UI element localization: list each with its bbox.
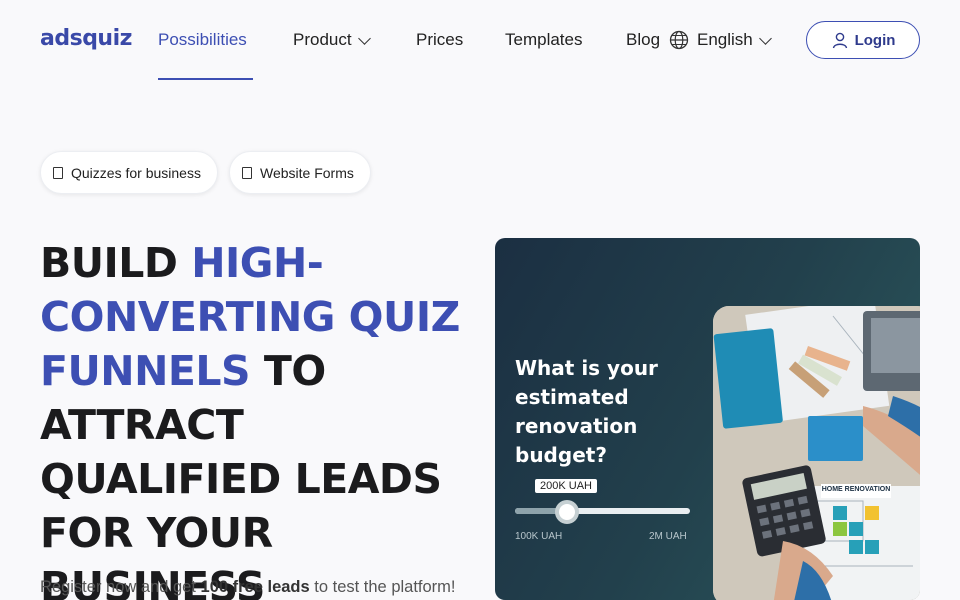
chip-quizzes-for-business[interactable]: Quizzes for business bbox=[40, 151, 218, 194]
user-icon bbox=[832, 32, 847, 49]
renovation-photo: HOME RENOVATION bbox=[713, 306, 920, 600]
nav-item-label: Templates bbox=[505, 30, 583, 49]
nav-item-prices[interactable]: Prices bbox=[416, 30, 463, 50]
language-label: English bbox=[697, 30, 753, 49]
globe-icon bbox=[669, 30, 689, 50]
chip-label: Website Forms bbox=[260, 164, 354, 181]
budget-slider-thumb[interactable] bbox=[555, 500, 579, 524]
quiz-question: What is your estimated renovation budget… bbox=[515, 356, 658, 467]
hero-headline: BUILD HIGH-CONVERTING QUIZ FUNNELS TO AT… bbox=[40, 236, 480, 600]
site-header: adsquiz Possibilities Product Prices Tem… bbox=[0, 0, 960, 80]
slider-max-label: 2M UAH bbox=[649, 531, 687, 542]
subtext-before: Register now and get bbox=[40, 578, 201, 596]
headline-part-1: BUILD bbox=[40, 239, 192, 287]
login-button[interactable]: Login bbox=[806, 21, 920, 59]
nav-item-label: Product bbox=[293, 30, 352, 49]
chevron-down-icon bbox=[758, 31, 772, 45]
nav-item-templates[interactable]: Templates bbox=[505, 30, 582, 50]
nav-item-possibilities[interactable]: Possibilities bbox=[158, 30, 247, 50]
login-label: Login bbox=[854, 31, 896, 49]
nav-item-label: Blog bbox=[626, 30, 661, 49]
chip-website-forms[interactable]: Website Forms bbox=[229, 151, 371, 194]
nav-active-indicator bbox=[158, 78, 253, 80]
nav-item-label: Possibilities bbox=[158, 30, 247, 49]
slider-min-label: 100K UAH bbox=[515, 531, 563, 542]
document-icon bbox=[53, 166, 63, 179]
subtext-bold: 100 free leads bbox=[200, 578, 310, 596]
nav-item-product[interactable]: Product bbox=[293, 30, 371, 50]
chip-label: Quizzes for business bbox=[71, 164, 201, 181]
nav-item-blog[interactable]: Blog bbox=[626, 30, 660, 50]
language-selector[interactable]: English bbox=[669, 30, 772, 50]
quiz-preview-card: What is your estimated renovation budget… bbox=[495, 238, 920, 600]
nav-item-label: Prices bbox=[416, 30, 464, 49]
logo[interactable]: adsquiz bbox=[40, 26, 132, 51]
photo-caption: HOME RENOVATION bbox=[821, 486, 891, 493]
hero-subtext: Register now and get 100 free leads to t… bbox=[40, 578, 456, 597]
slider-value-label: 200K UAH bbox=[535, 479, 597, 493]
chevron-down-icon bbox=[357, 31, 371, 45]
subtext-after: to test the platform! bbox=[309, 578, 456, 596]
document-icon bbox=[242, 166, 252, 179]
